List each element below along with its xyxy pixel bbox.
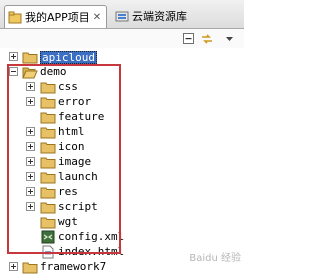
view-tab-bar: 我的APP项目 ✕ 云端资源库 bbox=[0, 0, 244, 29]
cloud-icon bbox=[115, 11, 129, 21]
tree-item-label: apicloud bbox=[40, 51, 97, 64]
expand-toggle[interactable] bbox=[26, 202, 35, 211]
tree-item-label: script bbox=[58, 200, 98, 213]
view-menu-button[interactable] bbox=[222, 31, 237, 46]
tree-row-html[interactable]: html bbox=[0, 125, 244, 139]
tree-item-label: index.html bbox=[58, 245, 125, 258]
tree-row-demo[interactable]: demo bbox=[0, 65, 244, 79]
tree-item-label: demo bbox=[40, 65, 67, 78]
project-tree: apicloud demo css error feature html ico… bbox=[0, 48, 244, 274]
tree-item-label: feature bbox=[58, 110, 105, 123]
folder-icon bbox=[40, 112, 56, 124]
folder-icon bbox=[22, 262, 38, 274]
tree-row-script[interactable]: script bbox=[0, 200, 244, 214]
tree-item-label: config.xml bbox=[58, 230, 125, 243]
tree-item-label: icon bbox=[58, 140, 85, 153]
tree-row-error[interactable]: error bbox=[0, 95, 244, 109]
html-file-icon bbox=[42, 245, 54, 259]
tab-cloud-resources[interactable]: 云端资源库 bbox=[112, 6, 220, 26]
tree-row-image[interactable]: image bbox=[0, 155, 244, 169]
expand-toggle[interactable] bbox=[26, 127, 35, 136]
tree-item-label: res bbox=[58, 185, 78, 198]
expand-toggle[interactable] bbox=[26, 97, 35, 106]
collapse-all-icon bbox=[183, 33, 194, 44]
view-toolbar bbox=[0, 29, 244, 48]
tree-item-label: error bbox=[58, 95, 92, 108]
chevron-down-icon bbox=[226, 36, 233, 41]
close-icon[interactable]: ✕ bbox=[93, 12, 101, 23]
folder-icon bbox=[40, 157, 56, 169]
folder-icon bbox=[40, 97, 56, 109]
tab-label: 云端资源库 bbox=[132, 10, 187, 23]
expand-toggle[interactable] bbox=[26, 82, 35, 91]
folder-icon bbox=[40, 217, 56, 229]
expand-toggle[interactable] bbox=[26, 157, 35, 166]
folder-icon bbox=[22, 52, 38, 64]
project-explorer-icon bbox=[8, 11, 22, 23]
tab-label: 我的APP项目 bbox=[25, 11, 90, 24]
tree-row-wgt[interactable]: wgt bbox=[0, 215, 244, 229]
tree-item-label: image bbox=[58, 155, 92, 168]
open-folder-icon bbox=[22, 67, 38, 79]
tree-item-label: launch bbox=[58, 170, 98, 183]
tree-row-feature[interactable]: feature bbox=[0, 110, 244, 124]
tree-row-project[interactable]: apicloud bbox=[0, 50, 244, 64]
tree-row-res[interactable]: res bbox=[0, 185, 244, 199]
tree-row-config-xml[interactable]: config.xml bbox=[0, 230, 244, 244]
link-with-editor-button[interactable] bbox=[199, 31, 214, 46]
expand-toggle[interactable] bbox=[26, 187, 35, 196]
expand-toggle[interactable] bbox=[9, 52, 18, 61]
folder-icon bbox=[40, 142, 56, 154]
tree-row-launch[interactable]: launch bbox=[0, 170, 244, 184]
tree-item-label: html bbox=[58, 125, 85, 138]
collapse-toggle[interactable] bbox=[9, 67, 18, 76]
tree-item-label: wgt bbox=[58, 215, 78, 228]
collapse-all-button[interactable] bbox=[181, 31, 196, 46]
tree-row-css[interactable]: css bbox=[0, 80, 244, 94]
link-editor-icon bbox=[201, 33, 212, 44]
watermark: Baidu 经验 bbox=[189, 253, 241, 264]
folder-icon bbox=[40, 202, 56, 214]
folder-icon bbox=[40, 172, 56, 184]
xml-file-icon bbox=[41, 230, 55, 244]
tree-item-label: css bbox=[58, 80, 78, 93]
tree-item-label: framework7 bbox=[40, 260, 107, 273]
folder-icon bbox=[40, 127, 56, 139]
expand-toggle[interactable] bbox=[26, 142, 35, 151]
folder-icon bbox=[40, 82, 56, 94]
expand-toggle[interactable] bbox=[26, 172, 35, 181]
tab-my-app-projects[interactable]: 我的APP项目 ✕ bbox=[4, 5, 107, 28]
tree-row-icon[interactable]: icon bbox=[0, 140, 244, 154]
folder-icon bbox=[40, 187, 56, 199]
